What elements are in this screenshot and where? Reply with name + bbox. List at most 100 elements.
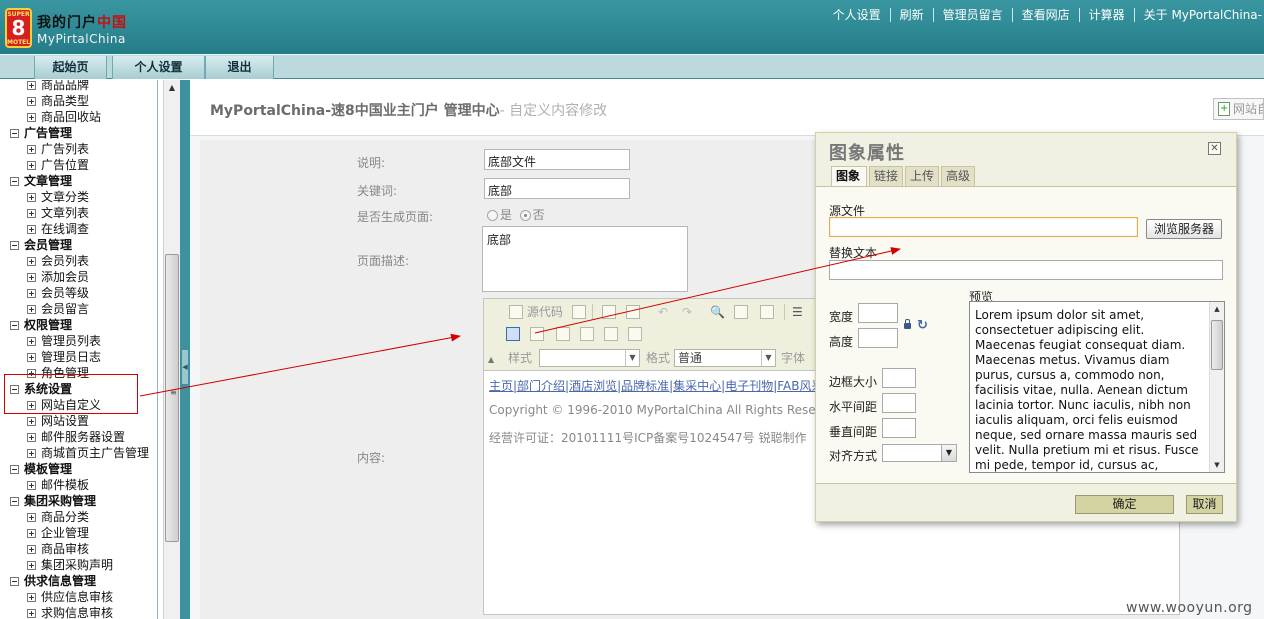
sidebar-item[interactable]: 商品回收站: [27, 109, 101, 125]
sidebar-group[interactable]: 集团采购管理: [10, 493, 96, 509]
expand-icon[interactable]: [27, 513, 36, 522]
expand-icon[interactable]: [27, 161, 36, 170]
sidebar-item[interactable]: 商城首页主广告管理: [27, 445, 149, 461]
sidebar-group[interactable]: 文章管理: [10, 173, 72, 189]
lock-ratio-icon[interactable]: [904, 319, 911, 329]
tab-logout[interactable]: 退出: [205, 56, 274, 79]
nav-refresh[interactable]: 刷新: [891, 8, 934, 22]
expand-icon[interactable]: [27, 353, 36, 362]
scroll-up-arrow-icon[interactable]: ▲: [1210, 302, 1224, 316]
expand-icon[interactable]: [27, 225, 36, 234]
nav-view-shop[interactable]: 查看网店: [1013, 8, 1080, 22]
redo-button[interactable]: ↷: [682, 303, 692, 321]
expand-icon[interactable]: [27, 289, 36, 298]
expand-icon[interactable]: [27, 561, 36, 570]
sidebar-item[interactable]: 会员列表: [27, 253, 89, 269]
sidebar-item[interactable]: 文章分类: [27, 189, 89, 205]
scroll-thumb[interactable]: ≡: [165, 254, 179, 542]
sidebar-item[interactable]: 商品类型: [27, 93, 89, 109]
sidebar-item[interactable]: 文章列表: [27, 205, 89, 221]
paste-button[interactable]: [602, 303, 616, 321]
sidebar-item[interactable]: 商品审核: [27, 541, 89, 557]
sidebar-item[interactable]: 在线调查: [27, 221, 89, 237]
collapse-icon[interactable]: [10, 177, 19, 186]
desc-input[interactable]: 底部文件: [484, 149, 630, 170]
format-select[interactable]: 普通 ▼: [674, 349, 776, 367]
source-file-input[interactable]: [829, 217, 1138, 237]
sidebar-item[interactable]: 求购信息审核: [27, 605, 113, 619]
undo-button[interactable]: ↶: [658, 303, 668, 321]
generate-yes-radio[interactable]: [487, 210, 498, 221]
expand-icon[interactable]: [27, 145, 36, 154]
replace-button[interactable]: [734, 303, 748, 321]
sidebar-group[interactable]: 模板管理: [10, 461, 72, 477]
keyword-input[interactable]: 底部: [484, 178, 630, 199]
find-button[interactable]: 🔍: [710, 303, 725, 321]
sidebar-group[interactable]: 会员管理: [10, 237, 72, 253]
paste-text-button[interactable]: [626, 303, 640, 321]
close-icon[interactable]: ✕: [1208, 142, 1221, 155]
expand-icon[interactable]: [27, 417, 36, 426]
sidebar-item[interactable]: 管理员日志: [27, 349, 101, 365]
dialog-tab-image[interactable]: 图象: [831, 166, 867, 187]
expand-icon[interactable]: [27, 593, 36, 602]
height-input[interactable]: [858, 328, 898, 348]
expand-icon[interactable]: [27, 433, 36, 442]
width-input[interactable]: [858, 303, 898, 323]
nav-about[interactable]: 关于 MyPortalChina-: [1135, 8, 1264, 22]
tab-personal-settings[interactable]: 个人设置: [112, 56, 205, 79]
ordered-list-button[interactable]: ☰: [792, 303, 803, 321]
sidebar-group[interactable]: 权限管理: [10, 317, 72, 333]
tab-start-page[interactable]: 起始页: [34, 56, 107, 79]
site-customize-button[interactable]: 网站自: [1213, 98, 1264, 120]
dialog-tab-upload[interactable]: 上传: [905, 166, 939, 186]
source-button[interactable]: 源代码: [509, 303, 563, 321]
remove-format-button[interactable]: [760, 303, 774, 321]
footer-links-text[interactable]: 主页|部门介绍|酒店浏览|品牌标准|集采中心|电子刊物|FAB风采: [489, 377, 824, 394]
page-desc-textarea[interactable]: 底部: [482, 226, 688, 292]
hspace-input[interactable]: [882, 393, 916, 413]
sidebar-group[interactable]: 广告管理: [10, 125, 72, 141]
scroll-down-arrow-icon[interactable]: ▼: [1210, 458, 1224, 472]
sidebar-item[interactable]: 供应信息审核: [27, 589, 113, 605]
sidebar-item[interactable]: 邮件服务器设置: [27, 429, 125, 445]
preview-scroll-thumb[interactable]: [1211, 320, 1223, 370]
expand-icon[interactable]: [27, 545, 36, 554]
vspace-input[interactable]: [882, 418, 916, 438]
sidebar-item[interactable]: 企业管理: [27, 525, 89, 541]
expand-icon[interactable]: [27, 481, 36, 490]
sidebar-item[interactable]: 会员留言: [27, 301, 89, 317]
expand-icon[interactable]: [27, 609, 36, 618]
preview-scrollbar[interactable]: ▲ ▼: [1209, 302, 1224, 472]
collapse-icon[interactable]: [10, 241, 19, 250]
border-input[interactable]: [882, 368, 916, 388]
expand-icon[interactable]: [27, 193, 36, 202]
collapse-icon[interactable]: [10, 465, 19, 474]
sidebar-item[interactable]: 会员等级: [27, 285, 89, 301]
collapse-icon[interactable]: [10, 129, 19, 138]
image-button[interactable]: [506, 325, 520, 343]
sidebar-scrollbar[interactable]: ▲ ≡: [163, 80, 180, 619]
nav-personal-settings[interactable]: 个人设置: [824, 8, 891, 22]
ok-button[interactable]: 确定: [1075, 495, 1174, 514]
expand-icon[interactable]: [27, 449, 36, 458]
sidebar-item[interactable]: 商品品牌: [27, 80, 89, 93]
smiley-button[interactable]: [604, 325, 618, 343]
dialog-tab-link[interactable]: 链接: [869, 166, 903, 186]
sidebar-item[interactable]: 管理员列表: [27, 333, 101, 349]
nav-admin-messages[interactable]: 管理员留言: [934, 8, 1013, 22]
sidebar-item[interactable]: 商品分类: [27, 509, 89, 525]
alt-text-input[interactable]: [829, 260, 1223, 280]
expand-icon[interactable]: [27, 305, 36, 314]
collapse-icon[interactable]: [10, 497, 19, 506]
flash-button[interactable]: [530, 325, 544, 343]
generate-no-radio[interactable]: [519, 210, 531, 221]
sidebar-splitter[interactable]: ◀: [180, 80, 190, 619]
table-button[interactable]: [556, 325, 570, 343]
browse-server-button[interactable]: 浏览服务器: [1146, 219, 1222, 239]
scroll-up-arrow-icon[interactable]: ▲: [164, 80, 180, 96]
sidebar-item[interactable]: 邮件模板: [27, 477, 89, 493]
dialog-tab-advanced[interactable]: 高级: [941, 166, 975, 186]
expand-icon[interactable]: [27, 257, 36, 266]
hr-button[interactable]: [580, 325, 594, 343]
